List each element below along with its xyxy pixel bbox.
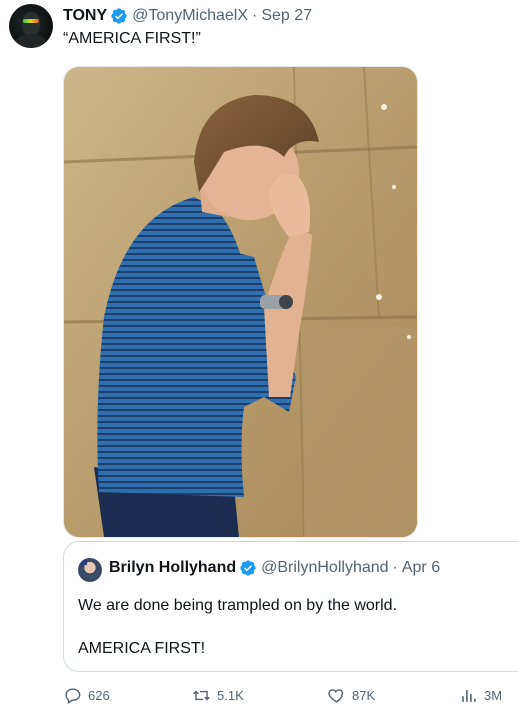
- header-separator: ·: [252, 7, 258, 24]
- views-count: 3M: [484, 688, 503, 703]
- views-icon: [462, 689, 476, 702]
- repost-button[interactable]: 5.1K: [192, 686, 244, 705]
- quoted-author-avatar[interactable]: [78, 558, 102, 582]
- tweet-photo[interactable]: [63, 66, 418, 538]
- like-icon: [328, 689, 344, 703]
- avatar-glasses: [23, 19, 39, 23]
- avatar-body: [15, 34, 47, 48]
- repost-count: 5.1K: [217, 688, 244, 703]
- tweet-header: TONY @TonyMichaelX · Sep 27: [63, 5, 312, 27]
- author-name[interactable]: TONY: [63, 7, 107, 25]
- author-handle[interactable]: @TonyMichaelX: [132, 7, 248, 25]
- reply-button[interactable]: 626: [63, 686, 110, 705]
- avatar-face: [22, 12, 40, 36]
- photo-illustration: [64, 67, 417, 537]
- quoted-tweet[interactable]: Brilyn Hollyhand @BrilynHollyhand · Apr …: [63, 541, 518, 672]
- avatar-flag: [78, 558, 87, 565]
- author-avatar[interactable]: [9, 4, 53, 48]
- quoted-author-handle[interactable]: @BrilynHollyhand: [261, 559, 388, 577]
- tweet-text: “AMERICA FIRST!”: [63, 30, 201, 47]
- verified-badge-icon[interactable]: [110, 7, 128, 25]
- like-button[interactable]: 87K: [327, 686, 375, 705]
- tweet-actions: 626 5.1K 87K 3M: [63, 686, 518, 710]
- views-button[interactable]: 3M: [459, 686, 502, 705]
- verified-badge-icon[interactable]: [239, 559, 257, 577]
- tweet-date[interactable]: Sep 27: [261, 7, 312, 25]
- quoted-header-separator: ·: [392, 559, 398, 576]
- repost-icon: [193, 690, 210, 701]
- quoted-tweet-text-2: AMERICA FIRST!: [78, 640, 206, 657]
- reply-count: 626: [88, 688, 110, 703]
- quoted-tweet-header: Brilyn Hollyhand @BrilynHollyhand · Apr …: [109, 559, 440, 577]
- quoted-tweet-date[interactable]: Apr 6: [402, 559, 440, 577]
- quoted-author-name[interactable]: Brilyn Hollyhand: [109, 559, 236, 577]
- reply-icon: [65, 688, 81, 704]
- like-count: 87K: [352, 688, 376, 703]
- quoted-tweet-text: We are done being trampled on by the wor…: [78, 597, 398, 614]
